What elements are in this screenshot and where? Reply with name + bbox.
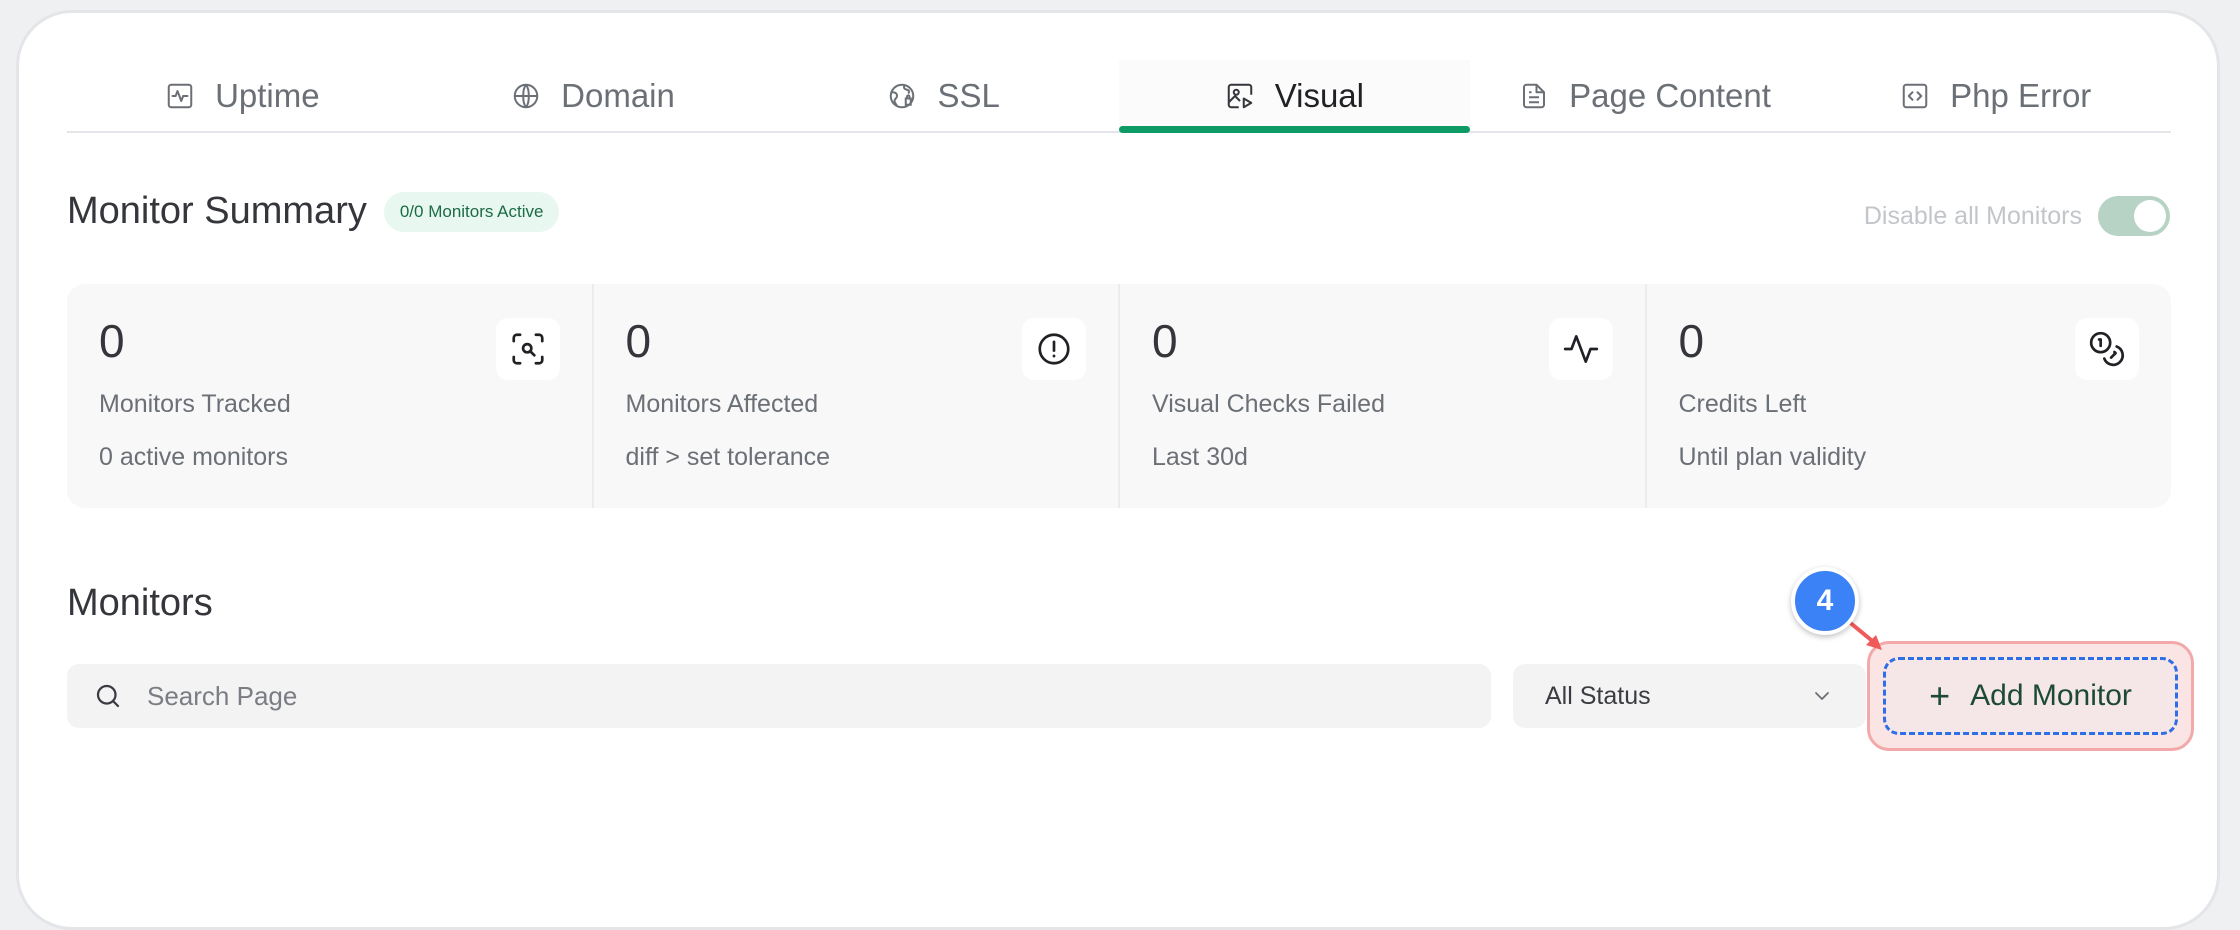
section-title: Monitor Summary: [67, 190, 367, 232]
stat-card-visual-checks-failed: 0 Visual Checks Failed Last 30d: [1120, 284, 1647, 508]
stat-subtext: Last 30d: [1152, 443, 1248, 471]
stat-label: Monitors Tracked: [99, 390, 291, 418]
tab-label: SSL: [937, 76, 1000, 114]
search-input[interactable]: [145, 679, 1449, 713]
add-monitor-label: Add Monitor: [1970, 679, 2132, 712]
add-monitor-button[interactable]: + Add Monitor: [1883, 657, 2178, 735]
search-bar: [67, 664, 1491, 728]
stat-subtext: 0 active monitors: [99, 443, 288, 471]
stats-panel: 0 Monitors Tracked 0 active monitors 0 M…: [67, 284, 2171, 508]
stat-card-credits-left: 0 Credits Left Until plan validity: [1647, 284, 2172, 508]
image-play-icon: [1225, 81, 1255, 111]
plus-icon: +: [1929, 675, 1951, 716]
ssl-globe-icon: [887, 81, 917, 111]
monitor-type-tabs: Uptime Domain SSL Visual Page Content Ph…: [67, 60, 2171, 133]
stat-value: 0: [1678, 315, 1705, 367]
tab-label: Php Error: [1950, 76, 2092, 114]
chevron-down-icon: [1815, 692, 1829, 700]
tab-label: Uptime: [215, 76, 320, 114]
status-filter-select[interactable]: All Status: [1513, 664, 1866, 728]
stat-value: 0: [99, 315, 125, 367]
activity-icon: [1548, 318, 1613, 380]
toggle-knob: [2134, 200, 2166, 232]
search-icon: [96, 684, 120, 708]
step-number-badge: 4: [1791, 567, 1859, 635]
monitor-summary-header: Monitor Summary 0/0 Monitors Active: [67, 190, 560, 233]
status-filter-value: All Status: [1545, 681, 1651, 710]
stat-card-monitors-tracked: 0 Monitors Tracked 0 active monitors: [67, 284, 594, 508]
alert-circle-icon: [1022, 318, 1086, 380]
disable-monitors-control: Disable all Monitors: [1864, 196, 2170, 236]
tab-label: Page Content: [1569, 76, 1771, 114]
tab-label: Domain: [561, 76, 675, 114]
disable-all-toggle[interactable]: [2098, 196, 2170, 236]
stat-value: 0: [1152, 315, 1178, 367]
stat-label: Monitors Affected: [625, 390, 819, 418]
status-badge: 0/0 Monitors Active: [383, 191, 560, 232]
stat-card-monitors-affected: 0 Monitors Affected diff > set tolerance: [594, 284, 1120, 508]
tab-domain[interactable]: Domain: [418, 60, 769, 131]
stat-subtext: diff > set tolerance: [625, 443, 831, 471]
globe-icon: [511, 81, 541, 111]
code-file-icon: [1900, 81, 1930, 111]
document-icon: [1519, 81, 1549, 111]
stat-subtext: Until plan validity: [1678, 443, 1867, 471]
tab-uptime[interactable]: Uptime: [67, 60, 418, 131]
tab-ssl[interactable]: SSL: [768, 60, 1119, 131]
tab-label: Visual: [1274, 76, 1364, 114]
monitors-section-title: Monitors: [67, 582, 213, 624]
tab-visual[interactable]: Visual: [1119, 60, 1470, 133]
toggle-label: Disable all Monitors: [1863, 201, 2082, 230]
coins-icon: [2075, 318, 2139, 380]
tab-page-content[interactable]: Page Content: [1470, 60, 1821, 131]
stat-label: Credits Left: [1678, 390, 1807, 418]
stat-value: 0: [625, 315, 652, 367]
stat-label: Visual Checks Failed: [1152, 390, 1385, 418]
scan-search-icon: [495, 318, 560, 380]
uptime-icon: [165, 81, 195, 111]
tab-php-error[interactable]: Php Error: [1820, 60, 2171, 131]
